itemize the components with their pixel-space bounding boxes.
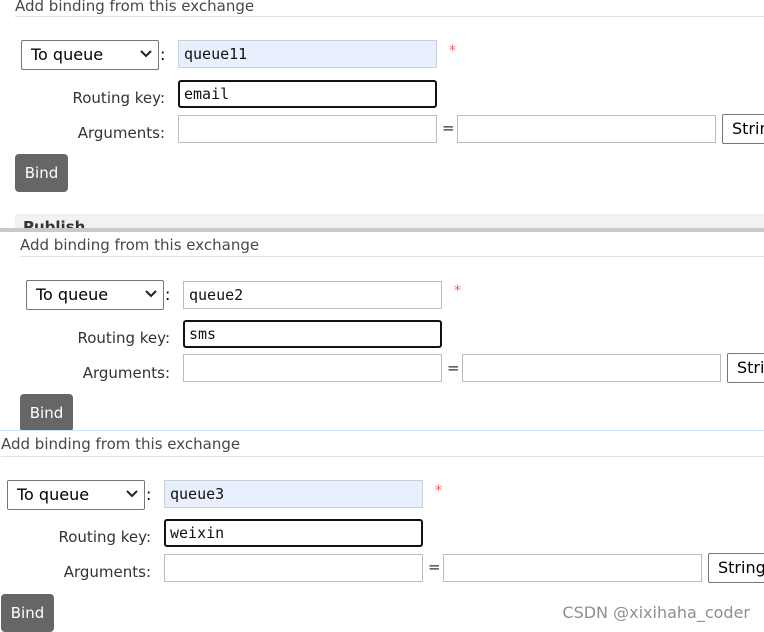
colon-separator: : [160,45,166,64]
destination-name-input[interactable]: queue3 [164,480,423,508]
destination-type-select[interactable]: To queue [21,40,159,70]
colon-separator: : [165,285,171,304]
heading-rule [20,256,764,257]
arguments-separator: = [447,359,460,377]
binding-form-1: Add binding from this exchange To queue … [0,0,764,228]
argument-type-select[interactable]: String [708,553,764,583]
routing-key-label: Routing key: [72,89,166,107]
form-heading: Add binding from this exchange [20,236,260,254]
destination-type-value: To queue [17,485,90,504]
argument-value-input[interactable] [462,354,721,382]
bind-button[interactable]: Bind [20,394,73,432]
watermark-text: CSDN @xixihaha_coder [562,603,750,622]
argument-type-select[interactable]: String [722,114,764,144]
screenshot-collage: Add binding from this exchange To queue … [0,0,764,632]
argument-key-input[interactable] [183,354,442,382]
arguments-label: Arguments: [63,563,151,581]
publish-section-header[interactable]: Publish [15,214,764,228]
chevron-down-icon [126,490,138,498]
heading-rule [15,16,764,17]
bind-button[interactable]: Bind [15,154,68,192]
destination-type-value: To queue [31,45,104,64]
form-heading: Add binding from this exchange [15,0,255,15]
destination-name-input[interactable]: queue2 [183,281,442,309]
destination-name-input[interactable]: queue11 [178,40,437,68]
arguments-separator: = [442,119,455,137]
binding-form-3: Add binding from this exchange To queue … [0,431,764,632]
routing-key-label: Routing key: [58,528,152,546]
argument-value-input[interactable] [457,115,716,143]
chevron-down-icon [145,290,157,298]
argument-value-input[interactable] [443,554,702,582]
required-marker: * [454,283,461,299]
routing-key-input[interactable]: email [178,80,437,108]
required-marker: * [435,483,442,499]
routing-key-label: Routing key: [77,329,171,347]
destination-type-value: To queue [36,285,109,304]
required-marker: * [449,43,456,59]
heading-rule [1,456,764,457]
colon-separator: : [146,485,152,504]
section-title: Publish [23,218,86,228]
destination-type-select[interactable]: To queue [7,480,145,510]
chevron-down-icon [140,50,152,58]
routing-key-input[interactable]: weixin [164,519,423,547]
argument-key-input[interactable] [164,554,423,582]
bind-button[interactable]: Bind [1,594,54,632]
arguments-separator: = [428,558,441,576]
routing-key-input[interactable]: sms [183,320,442,348]
arguments-label: Arguments: [82,364,170,382]
destination-type-select[interactable]: To queue [26,280,164,310]
argument-key-input[interactable] [178,115,437,143]
argument-type-select[interactable]: String [727,353,764,383]
arguments-label: Arguments: [77,124,165,142]
binding-form-2: Add binding from this exchange To queue … [5,232,764,437]
form-heading: Add binding from this exchange [1,435,241,453]
